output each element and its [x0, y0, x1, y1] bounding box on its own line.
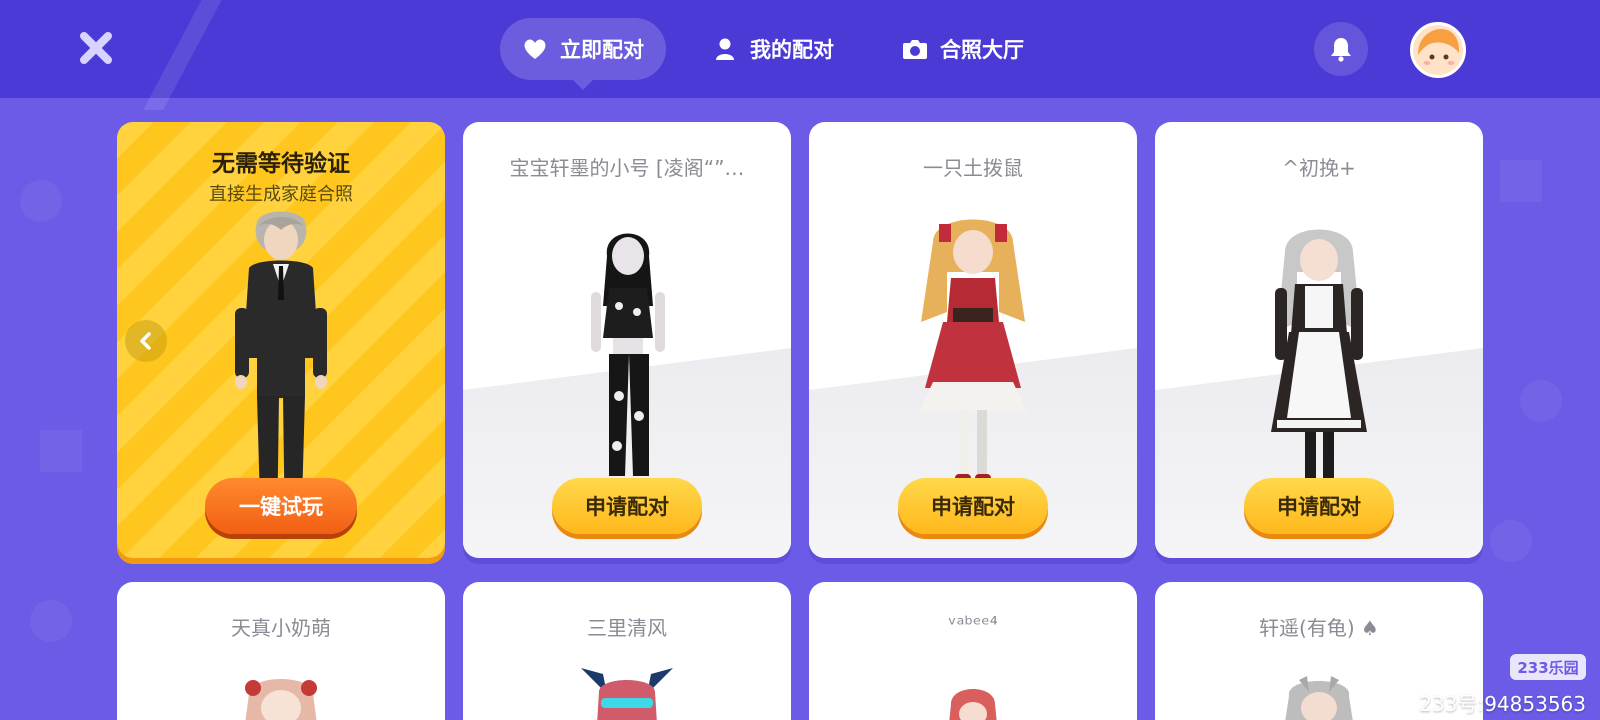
tab-label: 合照大厅 — [940, 38, 1024, 62]
featured-trial-card: 无需等待验证 直接生成家庭合照 一键试玩 — [117, 122, 445, 558]
heart-icon — [522, 36, 548, 62]
player-card[interactable]: 宝宝轩墨的小号 [凌阁“”… 申请配对 — [463, 122, 791, 558]
watermark-id: 233号:94853563 — [1419, 692, 1586, 716]
featured-subtitle: 直接生成家庭合照 — [209, 184, 353, 205]
close-icon — [80, 32, 112, 64]
player-name: 一只土拨鼠 — [923, 156, 1023, 180]
tab-label: 立即配对 — [560, 38, 644, 62]
player-name: 三里清风 — [587, 616, 667, 640]
player-card[interactable]: ᵛᵃᵇᵉᵉ⁴ — [809, 582, 1137, 720]
player-character — [1285, 676, 1353, 720]
apply-match-button[interactable]: 申请配对 — [898, 478, 1048, 534]
top-bar: 立即配对 我的配对 合照大厅 — [0, 0, 1600, 110]
camera-icon — [902, 36, 928, 62]
player-character — [919, 219, 1027, 484]
player-name: ᵛᵃᵇᵉᵉ⁴ — [948, 612, 998, 636]
tab-bar: 立即配对 我的配对 合照大厅 — [500, 18, 1046, 90]
avatar-image — [1413, 25, 1463, 75]
player-card[interactable]: 三里清风 — [463, 582, 791, 720]
player-character — [581, 668, 673, 720]
player-card[interactable]: ^初挽+ 申请配对 — [1155, 122, 1483, 558]
close-button[interactable] — [74, 26, 118, 70]
player-character — [245, 679, 317, 720]
tab-photo-hall[interactable]: 合照大厅 — [880, 18, 1046, 80]
decor-slash — [143, 0, 227, 110]
player-card[interactable]: 一只土拨鼠 申请配对 — [809, 122, 1137, 558]
player-name: 轩遥(有龟) ♠ — [1259, 616, 1379, 640]
player-name: 天真小奶萌 — [231, 616, 331, 640]
apply-match-button[interactable]: 申请配对 — [552, 478, 702, 534]
player-character — [1271, 229, 1367, 486]
prev-button[interactable] — [125, 320, 167, 362]
try-now-button[interactable]: 一键试玩 — [205, 478, 357, 534]
site-logo: 233乐园 — [1510, 654, 1586, 680]
player-name: ^初挽+ — [1282, 156, 1356, 180]
user-avatar[interactable] — [1410, 22, 1466, 78]
player-name: 宝宝轩墨的小号 [凌阁“”… — [509, 156, 745, 180]
bell-icon — [1331, 38, 1351, 62]
player-card[interactable]: 天真小奶萌 — [117, 582, 445, 720]
apply-match-button[interactable]: 申请配对 — [1244, 478, 1394, 534]
featured-title: 无需等待验证 — [212, 151, 350, 177]
tab-instant-match[interactable]: 立即配对 — [500, 18, 666, 90]
tab-my-match[interactable]: 我的配对 — [690, 18, 856, 80]
user-icon — [712, 36, 738, 62]
notification-button[interactable] — [1314, 22, 1368, 76]
chevron-left-icon — [140, 332, 151, 350]
player-character — [591, 233, 665, 476]
tab-label: 我的配对 — [750, 38, 834, 62]
player-character — [949, 689, 997, 720]
